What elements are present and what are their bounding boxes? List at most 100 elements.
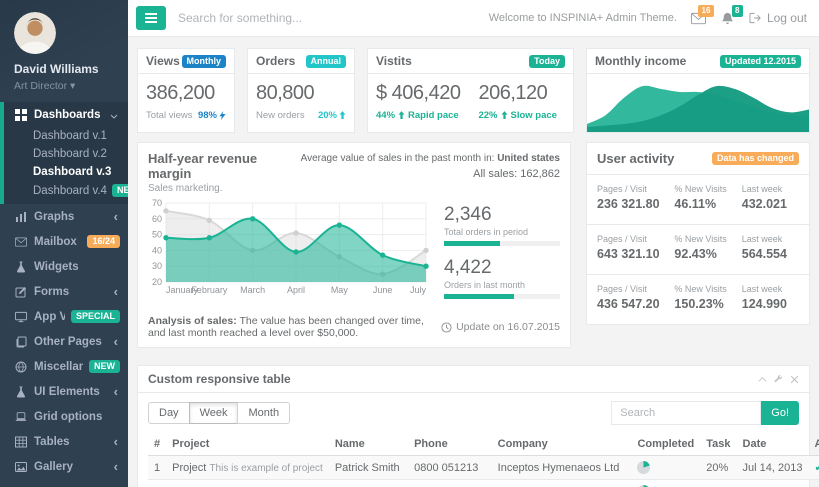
- analysis-text: Analysis of sales: The value has been ch…: [148, 315, 441, 339]
- level-up-icon: [501, 111, 508, 120]
- new-visits-value: 46.11%: [674, 197, 741, 211]
- avatar[interactable]: [14, 12, 56, 54]
- new-visits-label: % New Visits: [674, 184, 741, 194]
- sidebar-item-graphs[interactable]: Graphs ‹: [0, 204, 128, 229]
- sidebar-item-tables[interactable]: Tables ‹: [0, 429, 128, 454]
- new-visits-label: % New Visits: [674, 234, 741, 244]
- user-role-dropdown[interactable]: Art Director ▾: [14, 80, 118, 92]
- svg-text:20: 20: [152, 277, 162, 287]
- welcome-text: Welcome to INSPINIA+ Admin Theme.: [489, 12, 677, 24]
- table-search-input[interactable]: [611, 401, 761, 425]
- revenue-heading: Half-year revenue margin Sales marketing…: [148, 151, 301, 194]
- new-visits-value: 150.23%: [674, 297, 741, 311]
- logout-button[interactable]: Log out: [749, 11, 807, 25]
- update-date: Update on 16.07.2015: [456, 321, 560, 333]
- chevron-left-icon: ‹: [114, 463, 120, 471]
- bolt-icon: [219, 111, 226, 120]
- th-large-icon: [15, 108, 28, 121]
- cell-action[interactable]: ✔: [808, 456, 819, 480]
- sidebar-nav: Dashboards Dashboard v.1 Dashboard v.2 D…: [0, 102, 128, 479]
- monthly-badge: Monthly: [182, 55, 227, 68]
- sidebar-item-label: Widgets: [34, 261, 120, 273]
- pages-visit-label: Pages / Visit: [597, 184, 674, 194]
- go-button[interactable]: Go!: [761, 401, 799, 425]
- sidebar-item-label: Dashboards: [34, 109, 104, 121]
- sidebar-item-dashboard-v2[interactable]: Dashboard v.2: [4, 145, 128, 163]
- pages-visit-value: 436 547.20: [597, 297, 674, 311]
- check-icon: ✔: [814, 462, 819, 474]
- cell-date: Jul 14, 2013: [737, 456, 809, 480]
- svg-text:50: 50: [152, 230, 162, 240]
- sidebar-item-grid-options[interactable]: Grid options: [0, 404, 128, 429]
- cell-name: Patrick Smith: [329, 456, 408, 480]
- projects-table: # Project Name Phone Company Completed T…: [148, 433, 819, 487]
- sidebar-item-ui-elements[interactable]: UI Elements ‹: [0, 379, 128, 404]
- main-column: Welcome to INSPINIA+ Admin Theme. 16 8 L…: [128, 0, 819, 487]
- sidebar-item-dashboards[interactable]: Dashboards: [4, 102, 128, 127]
- views-delta: 98%: [198, 110, 217, 121]
- updated-badge: Updated 12.2015: [720, 55, 801, 68]
- cell-task: 40%: [700, 480, 736, 487]
- month-button[interactable]: Month: [237, 402, 290, 424]
- flask-icon: [15, 260, 28, 273]
- user-name: David Williams: [14, 62, 118, 76]
- sidebar-item-miscellaneous[interactable]: Miscellaneous NEW: [0, 354, 128, 379]
- svg-text:March: March: [240, 285, 265, 295]
- sidebar-item-label: Gallery: [34, 461, 108, 473]
- notifications-button[interactable]: 8: [720, 12, 735, 25]
- sidebar-item-forms[interactable]: Forms ‹: [0, 279, 128, 304]
- sidebar-item-widgets[interactable]: Widgets: [0, 254, 128, 279]
- logout-label: Log out: [767, 11, 807, 25]
- middle-row: Half-year revenue margin Sales marketing…: [137, 142, 810, 348]
- new-visits-label: % New Visits: [674, 284, 741, 294]
- sidebar-item-gallery[interactable]: Gallery ‹: [0, 454, 128, 479]
- income-title: Monthly income: [595, 54, 686, 68]
- sidebar-item-dashboard-v1[interactable]: Dashboard v.1: [4, 127, 128, 145]
- table-row[interactable]: 2 Alpha project Alice Jackson 0500 78090…: [148, 480, 819, 487]
- collapse-icon[interactable]: [758, 375, 767, 384]
- sub-item-label: Dashboard v.2: [33, 148, 107, 160]
- chevron-left-icon: ‹: [114, 288, 120, 296]
- orders-period-value: 2,346: [444, 204, 560, 226]
- messages-button[interactable]: 16: [691, 12, 706, 25]
- sidebar-item-dashboard-v3[interactable]: Dashboard v.3: [4, 163, 128, 181]
- table-panel-title: Custom responsive table: [148, 372, 291, 386]
- orders-label: New orders: [256, 110, 305, 121]
- table-row[interactable]: 1 Project This is example of project Pat…: [148, 456, 819, 480]
- user-activity-title: User activity: [597, 151, 674, 166]
- wrench-icon[interactable]: [774, 375, 783, 384]
- visits-second-delta: 22%: [478, 110, 497, 121]
- sidebar-item-dashboard-v4[interactable]: Dashboard v.4NEW: [4, 181, 128, 200]
- last-week-value: 432.021: [742, 197, 799, 211]
- week-button[interactable]: Week: [189, 402, 239, 424]
- visits-first-value: $ 406,420: [376, 82, 460, 105]
- col-company: Company: [492, 433, 632, 456]
- visits-card: Vistits Today $ 406,420 44%Rapid pace 20…: [367, 48, 574, 133]
- annual-badge: Annual: [306, 55, 347, 68]
- orders-delta: 20%: [318, 110, 337, 121]
- sidebar-item-label: Miscellaneous: [34, 361, 83, 373]
- update-note: Update on 16.07.2015: [441, 321, 560, 333]
- responsive-table-panel: Custom responsive table Day Week Month: [137, 365, 810, 487]
- sidebar-item-app-views[interactable]: App Views SPECIAL: [0, 304, 128, 329]
- revenue-summary: Average value of sales in the past month…: [301, 151, 560, 194]
- search-input[interactable]: [178, 11, 477, 25]
- day-button[interactable]: Day: [148, 402, 190, 424]
- sidebar-item-other-pages[interactable]: Other Pages ‹: [0, 329, 128, 354]
- cell-task: 20%: [700, 456, 736, 480]
- close-icon[interactable]: [790, 375, 799, 384]
- sidebar-item-mailbox[interactable]: Mailbox 16/24: [0, 229, 128, 254]
- cell-action[interactable]: ✔: [808, 480, 819, 487]
- topbar: Welcome to INSPINIA+ Admin Theme. 16 8 L…: [128, 0, 819, 37]
- revenue-chart-wrap: 203040506070JanuaryFebruaryMarchAprilMay…: [148, 198, 432, 310]
- avg-sales-prefix: Average value of sales in the past month…: [301, 153, 495, 164]
- monthly-income-card: Monthly income Updated 12.2015: [586, 48, 810, 133]
- new-badge: NEW: [89, 360, 120, 373]
- cell-company: Nec Euismod In Company: [492, 480, 632, 487]
- svg-text:60: 60: [152, 214, 162, 224]
- sidebar-item-label: Tables: [34, 436, 108, 448]
- sidebar-toggle-button[interactable]: [136, 6, 166, 30]
- image-icon: [15, 460, 28, 473]
- col-completed: Completed: [631, 433, 700, 456]
- cell-name: Alice Jackson: [329, 480, 408, 487]
